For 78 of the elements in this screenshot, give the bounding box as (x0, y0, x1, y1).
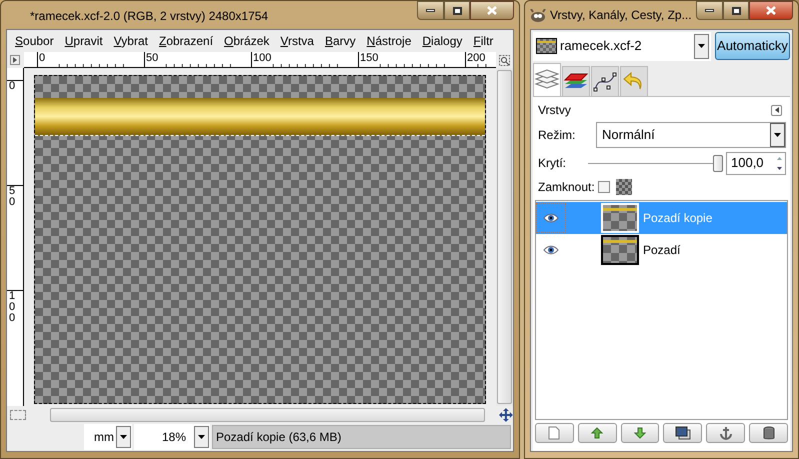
layer-action-button[interactable] (663, 423, 702, 443)
left-caret-icon (774, 107, 778, 113)
dock-tab[interactable] (562, 66, 590, 96)
menu-item[interactable]: Upravit (64, 32, 103, 50)
dock-tab[interactable] (533, 63, 561, 96)
maximize-button[interactable] (444, 1, 470, 20)
opacity-slider[interactable] (588, 153, 723, 173)
horizontal-scrollbar[interactable] (50, 408, 486, 422)
menu-item[interactable]: Soubor (15, 32, 54, 50)
layer-name: Pozadí kopie (643, 210, 712, 227)
close-icon (766, 6, 776, 15)
up-arrow-icon (591, 427, 604, 439)
auto-button[interactable]: Automaticky (714, 32, 790, 60)
layer-name: Pozadí (643, 242, 680, 259)
ruler-label: 150 (358, 52, 380, 64)
window-title: *ramecek.xcf-2.0 (RGB, 2 vrstvy) 2480x1754 (30, 8, 268, 25)
window-title: Vrstvy, Kanály, Cesty, Zp... (550, 7, 692, 24)
menu-item[interactable]: Barvy (324, 32, 356, 50)
layer-thumbnail (603, 205, 637, 231)
image-thumbnail (536, 38, 557, 54)
ruler-label: 50 (8, 186, 16, 208)
trash-icon (762, 426, 775, 440)
mode-label: Režim: (538, 127, 576, 144)
layer-thumbnail (603, 237, 637, 263)
close-button[interactable] (470, 1, 514, 20)
dropdown-caret-icon (774, 133, 781, 137)
maximize-button[interactable] (723, 1, 749, 20)
opacity-label: Krytí: (538, 155, 568, 172)
minimize-button[interactable] (696, 1, 723, 20)
status-bar: Pozadí kopie (63,6 MB) (212, 424, 511, 448)
zoom-fit-button[interactable] (496, 52, 513, 68)
panel-menu-button[interactable] (771, 104, 782, 116)
play-arrow-icon (10, 55, 20, 65)
eye-icon[interactable] (543, 245, 559, 255)
ruler-label: 100 (8, 291, 16, 324)
eye-icon[interactable] (543, 213, 559, 223)
ruler-label: 50 (144, 52, 160, 64)
move-arrows-icon[interactable] (499, 408, 513, 422)
ruler-label: 0 (38, 52, 46, 64)
close-button[interactable] (749, 1, 793, 20)
ruler-label: 100 (252, 52, 272, 64)
menu-item[interactable]: Dialogy (422, 32, 462, 50)
slider-thumb[interactable] (713, 154, 723, 172)
new-page-icon (548, 426, 560, 440)
close-icon (487, 6, 497, 15)
zoom-select[interactable]: 18% (134, 424, 210, 450)
menu-item[interactable]: Nástroje (366, 32, 412, 50)
unit-select[interactable]: mm (84, 424, 132, 450)
dropdown-caret-icon (198, 434, 205, 438)
lock-alpha-icon[interactable] (616, 179, 632, 195)
dock-tab[interactable] (591, 66, 619, 96)
anchor-icon (718, 426, 733, 440)
layer-action-button[interactable] (706, 423, 746, 443)
image-select[interactable]: ramecek.xcf-2 (533, 32, 711, 60)
dropdown-caret-icon (698, 44, 705, 48)
menu-item[interactable]: Obrázek (224, 32, 270, 50)
quick-mask-icon[interactable] (10, 410, 26, 420)
panel-title: Vrstvy (538, 102, 571, 119)
wilber-icon (530, 8, 546, 22)
lock-label: Zamknout: (538, 179, 595, 196)
dropdown-caret-icon (120, 434, 127, 438)
magnifier-icon (499, 54, 510, 66)
layer-action-button[interactable] (620, 423, 660, 443)
layer-action-button[interactable] (749, 423, 788, 443)
down-arrow-icon (634, 427, 646, 439)
menu-item[interactable]: Vybrat (114, 32, 148, 50)
paths-icon (592, 70, 618, 94)
opacity-spinbox[interactable]: 100,0 (726, 152, 786, 174)
lock-checkbox[interactable] (598, 181, 610, 193)
ruler-label: 200 (466, 52, 486, 64)
vertical-scrollbar[interactable] (496, 68, 513, 406)
duplicate-icon (674, 426, 691, 440)
ruler-label: 0 (8, 81, 16, 92)
menu-item[interactable]: Zobrazení (158, 32, 214, 50)
minimize-button[interactable] (417, 1, 444, 20)
menu-item[interactable]: Vrstva (280, 32, 314, 50)
mode-select[interactable]: Normální (596, 122, 786, 148)
menu-item[interactable]: Filtr (473, 32, 494, 50)
